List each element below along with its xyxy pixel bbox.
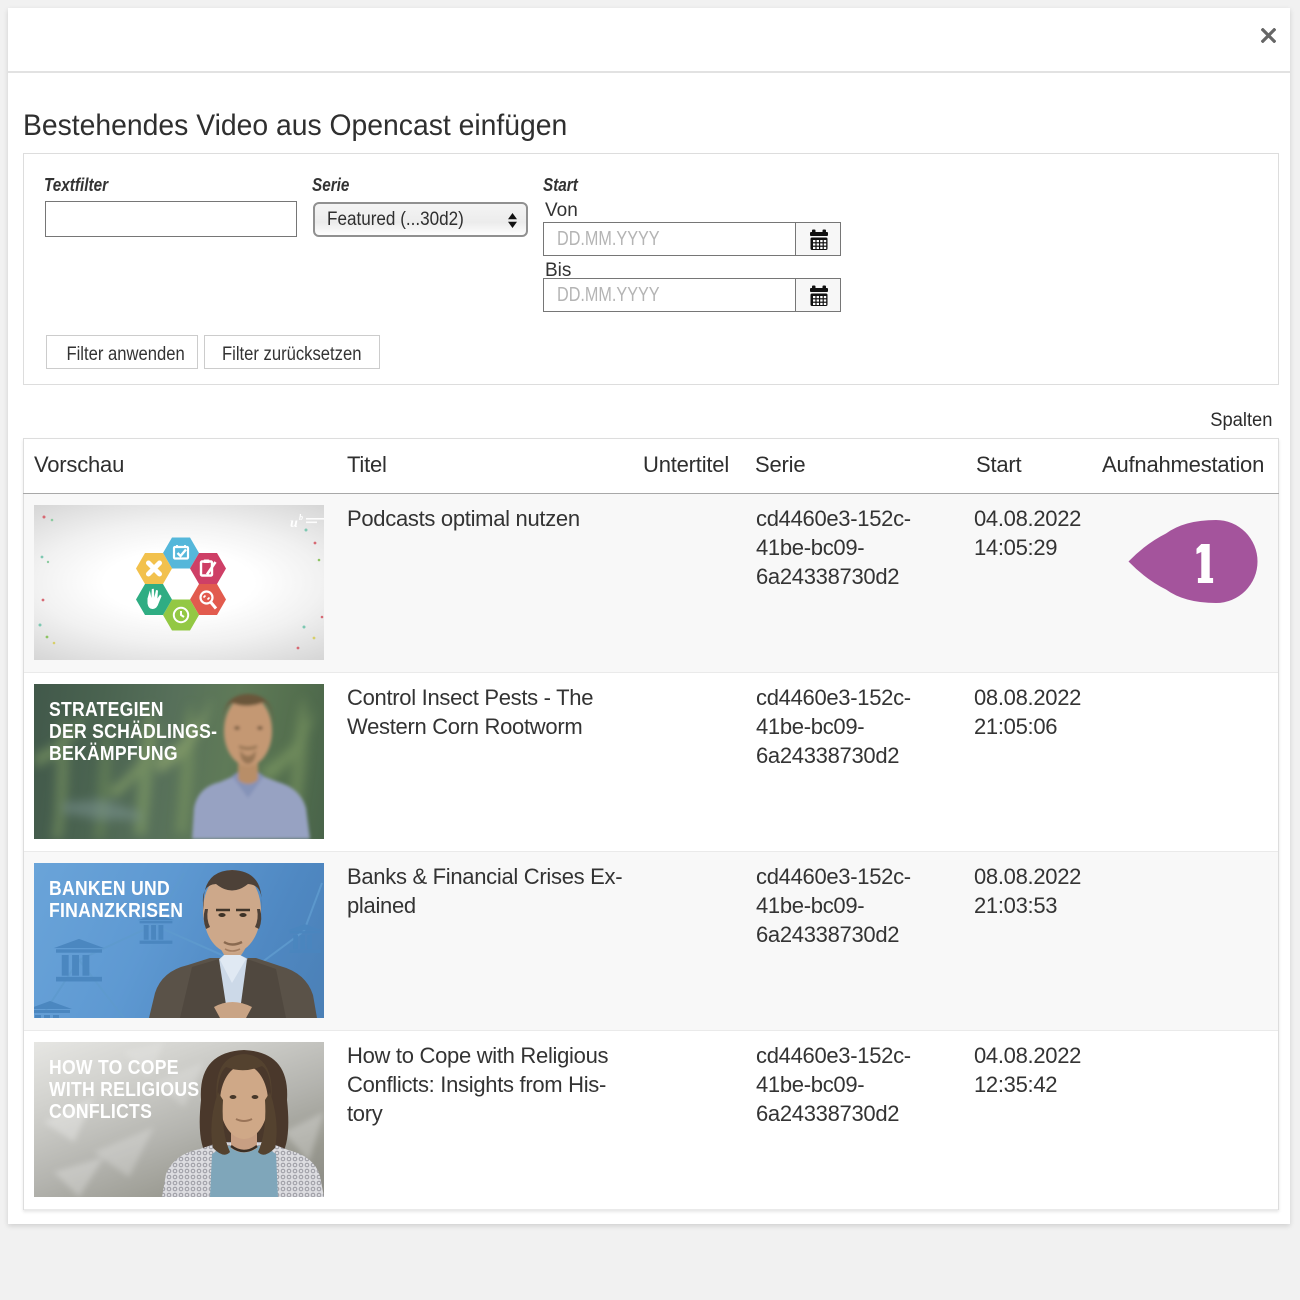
svg-text:u: u	[290, 516, 298, 531]
svg-text:b: b	[299, 513, 303, 522]
